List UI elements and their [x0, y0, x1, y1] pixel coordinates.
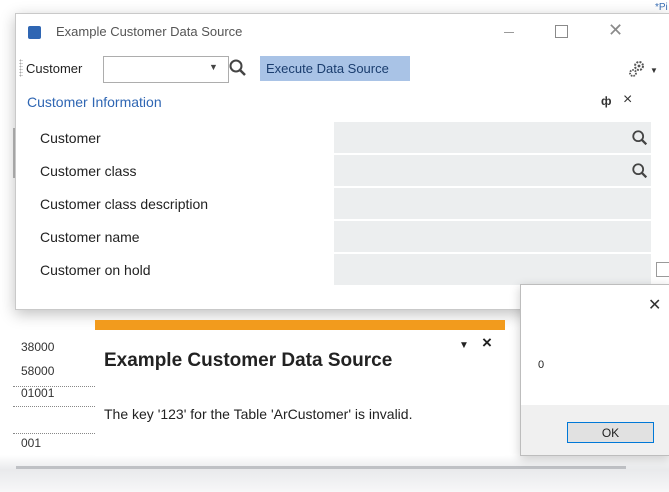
message-box-footer: OK [521, 405, 669, 455]
execute-data-source-button[interactable]: Execute Data Source [260, 56, 410, 81]
ok-button[interactable]: OK [567, 422, 654, 443]
message-box: ✕ 0 OK [520, 284, 669, 456]
lookup-icon[interactable] [631, 162, 649, 180]
data-source-window: Example Customer Data Source ✕ Customer … [15, 13, 669, 310]
field-label: Customer [40, 130, 101, 146]
field-label: Customer class description [40, 196, 209, 212]
field-row-customer-on-hold: Customer on hold [16, 254, 669, 287]
panel-header: Customer Information ф × [16, 90, 669, 114]
pin-icon[interactable]: ф [601, 94, 612, 108]
search-icon[interactable] [228, 58, 248, 78]
app-icon [28, 26, 41, 39]
background-tab-text: *Pi [655, 2, 668, 13]
list-item: 001 [21, 436, 42, 450]
background-list: 38000 58000 01001 001 [13, 336, 95, 456]
title-bar[interactable]: Example Customer Data Source ✕ [16, 14, 669, 50]
list-item: 58000 [21, 364, 55, 378]
error-message: The key '123' for the Table 'ArCustomer'… [104, 406, 413, 422]
list-divider [13, 433, 95, 434]
error-close-icon[interactable]: × [482, 333, 492, 353]
minimize-icon[interactable] [504, 32, 514, 33]
panel-title: Customer Information [27, 94, 162, 110]
toolbar-grip-icon[interactable] [19, 59, 23, 77]
field-row-customer: Customer [16, 122, 669, 155]
customer-on-hold-checkbox[interactable] [656, 262, 669, 277]
customer-combo[interactable]: ▼ [103, 56, 229, 83]
error-dropdown-icon[interactable]: ▼ [459, 340, 469, 351]
background-taskbar-blur [0, 455, 669, 492]
list-item: 38000 [21, 340, 55, 354]
field-label: Customer class [40, 163, 137, 179]
customer-name-field[interactable] [334, 221, 651, 252]
close-icon[interactable]: ✕ [608, 20, 623, 41]
list-item: 01001 [21, 386, 55, 400]
gear-dropdown-icon[interactable]: ▼ [650, 66, 658, 75]
field-label: Customer name [40, 229, 140, 245]
background-scrollbar [16, 466, 626, 469]
list-divider [13, 406, 95, 407]
field-label: Customer on hold [40, 262, 151, 278]
message-text: 0 [538, 359, 545, 371]
customer-field[interactable] [334, 122, 651, 153]
customer-class-field[interactable] [334, 155, 651, 186]
customer-on-hold-field [334, 254, 669, 285]
window-title: Example Customer Data Source [56, 24, 243, 39]
field-row-customer-class: Customer class [16, 155, 669, 188]
error-dialog: Example Customer Data Source ▼ × The key… [95, 320, 505, 456]
error-title: Example Customer Data Source [104, 350, 393, 371]
toolbar: Customer ▼ Execute Data Source ▼ [16, 54, 669, 84]
close-icon[interactable]: ✕ [648, 295, 661, 315]
customer-label: Customer [26, 61, 83, 76]
chevron-down-icon[interactable]: ▼ [209, 62, 218, 72]
customer-class-description-field[interactable] [334, 188, 651, 219]
warning-stripe [95, 320, 505, 330]
field-row-customer-class-description: Customer class description [16, 188, 669, 221]
maximize-icon[interactable] [555, 25, 568, 38]
gear-icon[interactable] [627, 59, 647, 79]
panel-close-icon[interactable]: × [623, 91, 632, 109]
lookup-icon[interactable] [631, 129, 649, 147]
field-row-customer-name: Customer name [16, 221, 669, 254]
